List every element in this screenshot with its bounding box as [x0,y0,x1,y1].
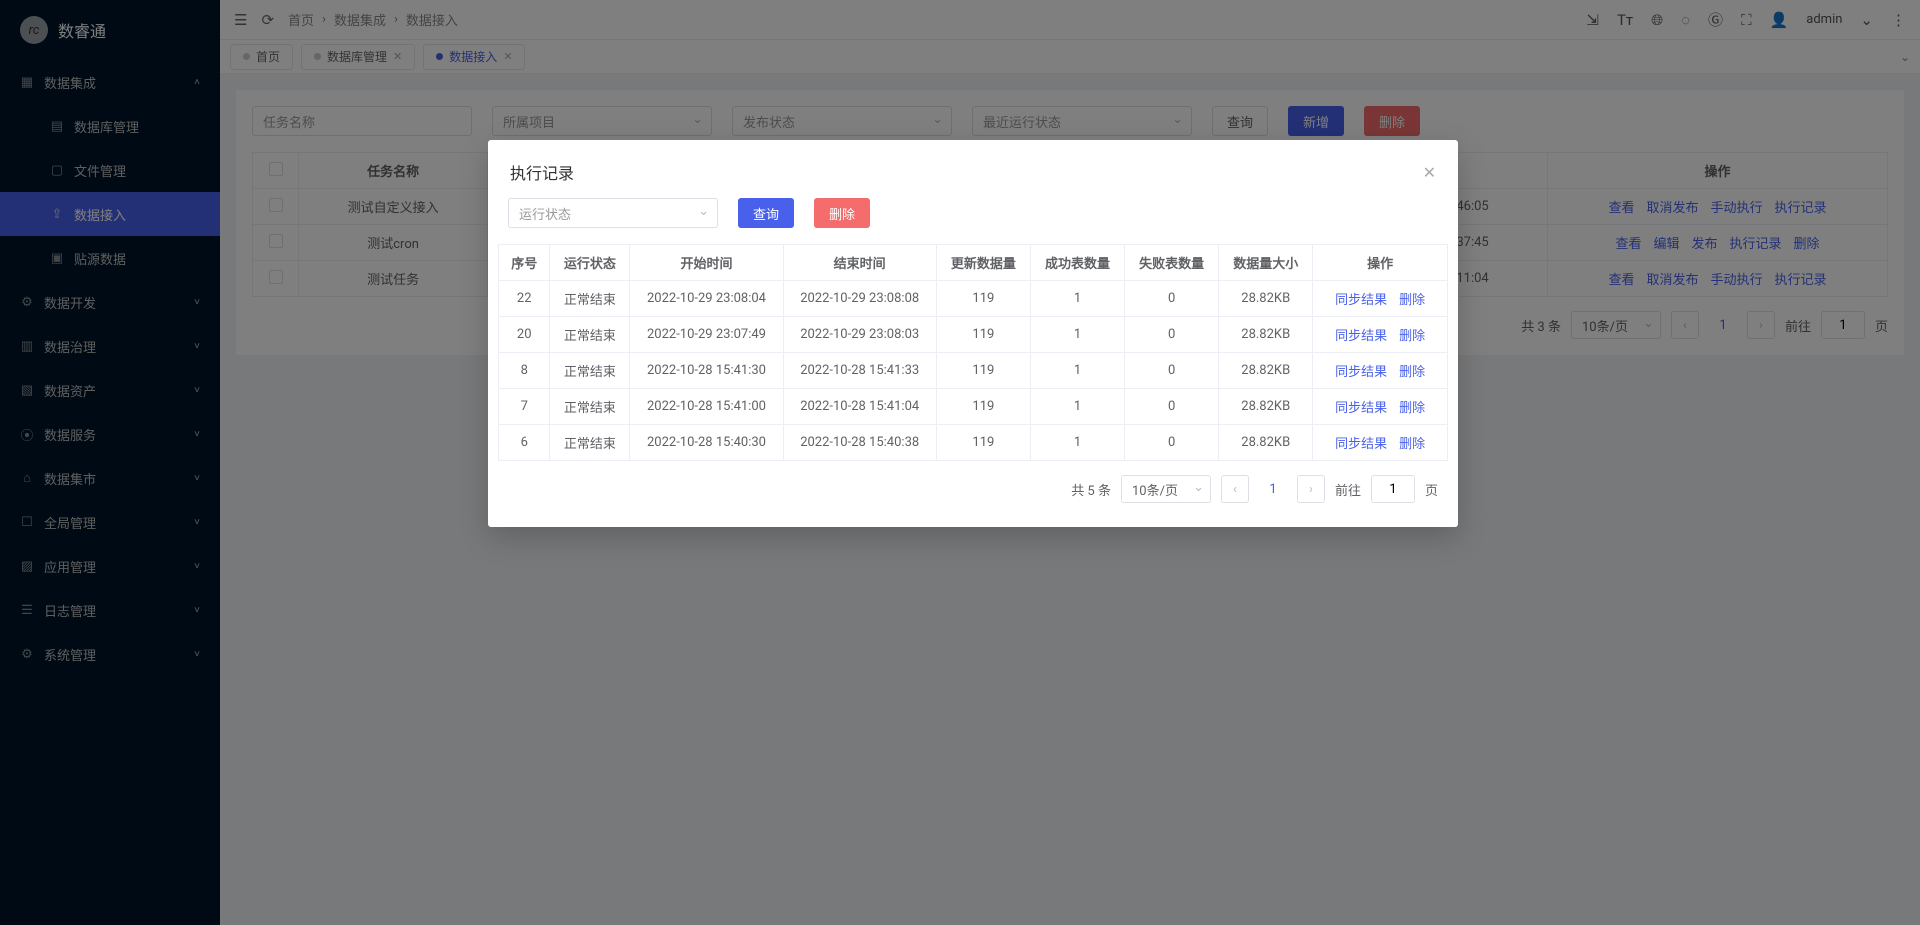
cell-update: 119 [936,317,1030,353]
delete-action[interactable]: 删除 [1399,365,1425,380]
prev-page-button[interactable]: ‹ [1221,475,1249,503]
cell-ops: 同步结果删除 [1313,317,1448,353]
modal-run-state-select[interactable]: 运行状态 [508,198,718,228]
cell-start: 2022-10-29 23:07:49 [630,317,783,353]
cell-start: 2022-10-28 15:41:30 [630,353,783,389]
cell-succ: 1 [1030,281,1124,317]
col-seq: 序号 [499,245,550,281]
delete-action[interactable]: 删除 [1399,293,1425,308]
close-icon[interactable]: ✕ [1423,163,1436,182]
sync-result-action[interactable]: 同步结果 [1335,401,1387,416]
cell-start: 2022-10-28 15:41:00 [630,389,783,425]
cell-ops: 同步结果删除 [1313,353,1448,389]
cell-size: 28.82KB [1219,353,1313,389]
delete-action[interactable]: 删除 [1399,329,1425,344]
cell-fail: 0 [1125,353,1219,389]
cell-size: 28.82KB [1219,281,1313,317]
sync-result-action[interactable]: 同步结果 [1335,365,1387,380]
cell-state: 正常结束 [550,281,630,317]
execution-record-modal: 执行记录 ✕ 运行状态 查询 删除 序号 运行状态 开始时间 结束时间 更新数据… [488,140,1458,527]
cell-size: 28.82KB [1219,317,1313,353]
cell-fail: 0 [1125,281,1219,317]
col-succ: 成功表数量 [1030,245,1124,281]
col-ops: 操作 [1313,245,1448,281]
cell-end: 2022-10-28 15:41:04 [783,389,936,425]
table-row: 8 正常结束 2022-10-28 15:41:30 2022-10-28 15… [499,353,1448,389]
col-size: 数据量大小 [1219,245,1313,281]
modal-title: 执行记录 [510,160,574,184]
table-row: 6 正常结束 2022-10-28 15:40:30 2022-10-28 15… [499,425,1448,461]
goto-label: 前往 [1335,480,1361,499]
sync-result-action[interactable]: 同步结果 [1335,437,1387,452]
cell-update: 119 [936,389,1030,425]
cell-state: 正常结束 [550,353,630,389]
page-number[interactable]: 1 [1259,482,1287,497]
cell-update: 119 [936,281,1030,317]
delete-action[interactable]: 删除 [1399,437,1425,452]
cell-seq: 22 [499,281,550,317]
pagesize-label: 10条/页 [1132,480,1178,499]
table-row: 22 正常结束 2022-10-29 23:08:04 2022-10-29 2… [499,281,1448,317]
cell-seq: 8 [499,353,550,389]
cell-size: 28.82KB [1219,389,1313,425]
cell-end: 2022-10-28 15:41:33 [783,353,936,389]
table-row: 20 正常结束 2022-10-29 23:07:49 2022-10-29 2… [499,317,1448,353]
pager-total: 共 5 条 [1071,480,1111,499]
modal-query-button[interactable]: 查询 [738,198,794,228]
cell-size: 28.82KB [1219,425,1313,461]
cell-seq: 7 [499,389,550,425]
cell-end: 2022-10-29 23:08:08 [783,281,936,317]
table-row: 7 正常结束 2022-10-28 15:41:00 2022-10-28 15… [499,389,1448,425]
delete-action[interactable]: 删除 [1399,401,1425,416]
cell-state: 正常结束 [550,389,630,425]
cell-start: 2022-10-28 15:40:30 [630,425,783,461]
cell-update: 119 [936,353,1030,389]
cell-ops: 同步结果删除 [1313,425,1448,461]
col-state: 运行状态 [550,245,630,281]
col-update: 更新数据量 [936,245,1030,281]
cell-start: 2022-10-29 23:08:04 [630,281,783,317]
execution-record-table: 序号 运行状态 开始时间 结束时间 更新数据量 成功表数量 失败表数量 数据量大… [498,244,1448,461]
cell-end: 2022-10-28 15:40:38 [783,425,936,461]
cell-succ: 1 [1030,317,1124,353]
cell-fail: 0 [1125,317,1219,353]
sync-result-action[interactable]: 同步结果 [1335,329,1387,344]
cell-fail: 0 [1125,425,1219,461]
cell-ops: 同步结果删除 [1313,281,1448,317]
modal-pagination: 共 5 条 10条/页 ‹ 1 › 前往 页 [498,475,1448,503]
pagesize-select[interactable]: 10条/页 [1121,475,1211,503]
modal-delete-button[interactable]: 删除 [814,198,870,228]
cell-succ: 1 [1030,353,1124,389]
col-start: 开始时间 [630,245,783,281]
cell-end: 2022-10-29 23:08:03 [783,317,936,353]
sync-result-action[interactable]: 同步结果 [1335,293,1387,308]
placeholder: 运行状态 [519,204,571,223]
cell-seq: 6 [499,425,550,461]
col-fail: 失败表数量 [1125,245,1219,281]
cell-state: 正常结束 [550,425,630,461]
goto-page-input[interactable] [1371,475,1415,503]
cell-state: 正常结束 [550,317,630,353]
cell-seq: 20 [499,317,550,353]
col-end: 结束时间 [783,245,936,281]
cell-update: 119 [936,425,1030,461]
cell-ops: 同步结果删除 [1313,389,1448,425]
page-suffix: 页 [1425,480,1438,499]
cell-succ: 1 [1030,389,1124,425]
cell-succ: 1 [1030,425,1124,461]
cell-fail: 0 [1125,389,1219,425]
next-page-button[interactable]: › [1297,475,1325,503]
